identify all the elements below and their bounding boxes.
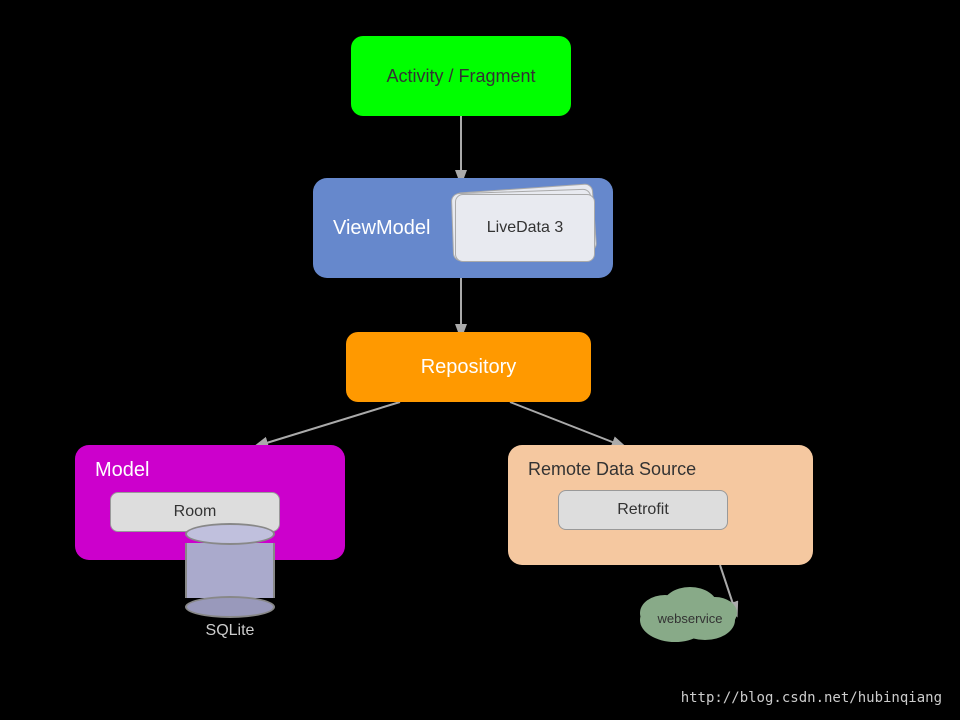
retrofit-card: Retrofit: [558, 490, 728, 530]
url-text: http://blog.csdn.net/hubinqiang: [681, 690, 942, 706]
retrofit-label: Retrofit: [617, 501, 669, 519]
remote-label: Remote Data Source: [528, 459, 696, 480]
cloud-svg: webservice: [620, 575, 760, 645]
livedata-card-front: LiveData 3: [455, 194, 595, 262]
diagram-container: Activity / Fragment ViewModel LiveData 3…: [0, 0, 960, 720]
webservice-cloud-container: webservice: [620, 575, 760, 645]
room-label: Room: [174, 503, 217, 521]
cylinder-body: [185, 543, 275, 598]
livedata-label: LiveData 3: [487, 219, 564, 237]
activity-fragment-box: Activity / Fragment: [351, 36, 571, 116]
cylinder-bottom: [185, 596, 275, 618]
remote-data-source-box: Remote Data Source Retrofit: [508, 445, 813, 565]
activity-fragment-label: Activity / Fragment: [386, 66, 535, 87]
repository-label: Repository: [421, 356, 517, 379]
model-label: Model: [95, 459, 149, 482]
viewmodel-label: ViewModel: [333, 217, 430, 240]
sqlite-cylinder: SQLite: [185, 523, 275, 640]
sqlite-label: SQLite: [206, 622, 255, 640]
viewmodel-box: ViewModel LiveData 3: [313, 178, 613, 278]
svg-text:webservice: webservice: [656, 611, 722, 626]
cylinder-top: [185, 523, 275, 545]
repository-box: Repository: [346, 332, 591, 402]
